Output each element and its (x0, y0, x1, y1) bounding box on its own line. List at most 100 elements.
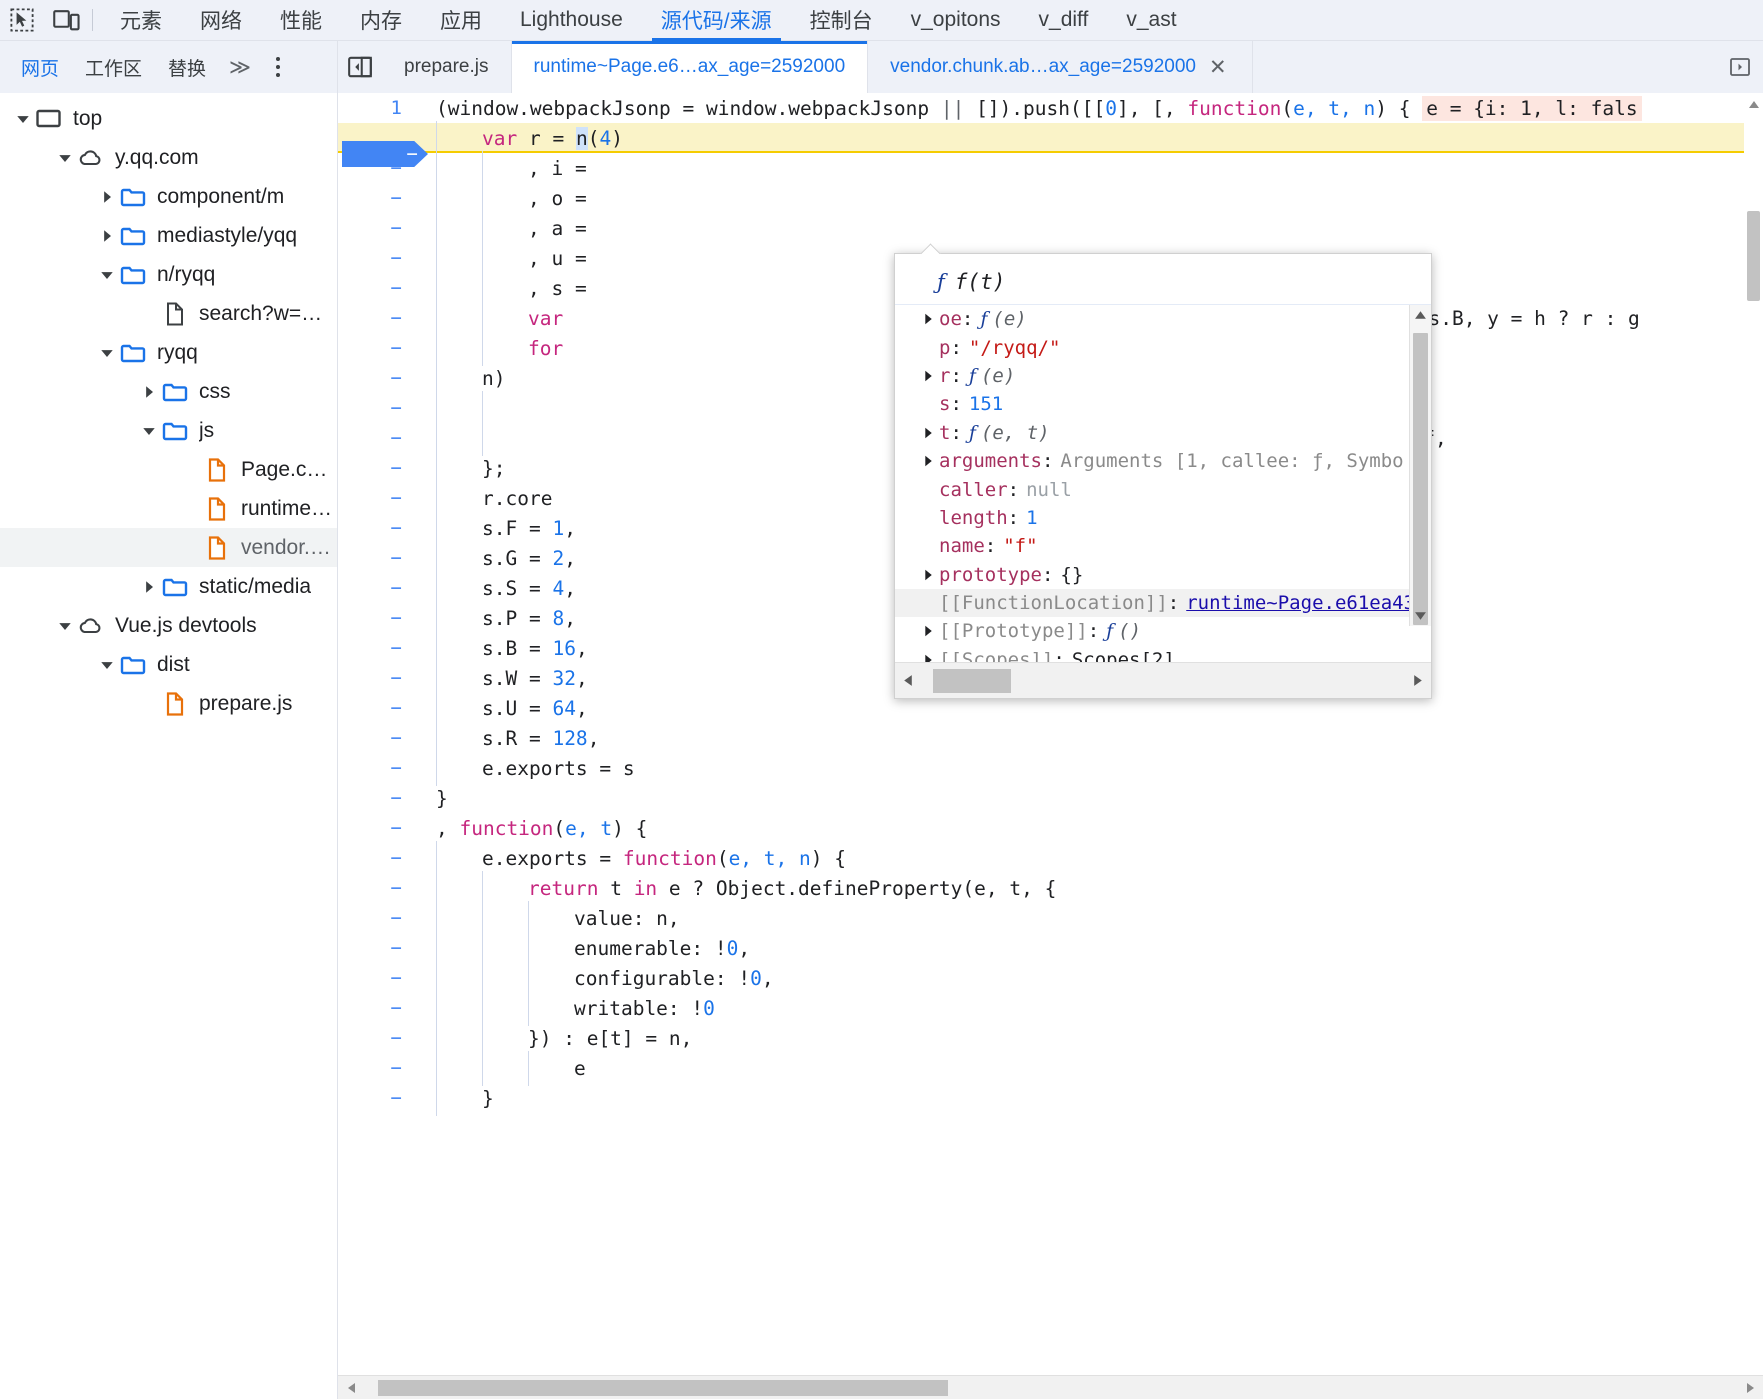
line-number[interactable]: − (338, 217, 416, 239)
line-number[interactable]: − (338, 907, 416, 929)
tree-item[interactable]: runtime~Pag… (0, 489, 337, 528)
line-number[interactable]: − (338, 727, 416, 749)
code-line[interactable]: −e (338, 1053, 1763, 1083)
editor-scroll-right-icon[interactable] (1737, 1382, 1763, 1394)
editor-scroll-left-icon[interactable] (338, 1382, 364, 1394)
property-row[interactable]: t:ƒ(e, t) (895, 419, 1409, 447)
line-number[interactable]: − (338, 277, 416, 299)
code-line[interactable]: −return t in e ? Object.defineProperty(e… (338, 873, 1763, 903)
code-line[interactable]: −configurable: !0, (338, 963, 1763, 993)
tree-item[interactable]: prepare.js (0, 684, 337, 723)
panel-tab-7[interactable]: 控制台 (791, 0, 892, 41)
panel-tab-10[interactable]: v_ast (1107, 0, 1195, 41)
chevron-right-icon[interactable] (138, 372, 160, 411)
property-row[interactable]: [[Scopes]]:Scopes[2] (895, 646, 1409, 662)
tree-item[interactable]: y.qq.com (0, 138, 337, 177)
code-line[interactable]: −writable: !0 (338, 993, 1763, 1023)
editor-scroll-up-icon[interactable] (1744, 93, 1763, 115)
navigator-tab-0[interactable]: 网页 (8, 41, 72, 93)
tree-item[interactable]: vendor.chunk… (0, 528, 337, 567)
line-number[interactable]: − (338, 787, 416, 809)
code-line[interactable]: −, a = (338, 213, 1763, 243)
file-navigator-tree[interactable]: topy.qq.comcomponent/mmediastyle/yqqn/ry… (0, 93, 338, 1399)
tree-item[interactable]: dist (0, 645, 337, 684)
popover-hscroll-thumb[interactable] (933, 669, 1011, 693)
property-row[interactable]: name:"f" (895, 532, 1409, 560)
chevron-right-icon[interactable] (917, 369, 939, 383)
panel-tab-2[interactable]: 性能 (261, 0, 341, 41)
line-number[interactable]: − (338, 157, 416, 179)
tree-item[interactable]: ryqq (0, 333, 337, 372)
panel-tab-8[interactable]: v_opitons (892, 0, 1020, 41)
editor-horizontal-scrollbar[interactable] (338, 1375, 1763, 1399)
popover-vertical-scrollbar[interactable] (1409, 305, 1431, 626)
chevron-right-icon[interactable] (917, 653, 939, 662)
panel-tab-0[interactable]: 元素 (101, 0, 181, 41)
collapse-sidebar-icon[interactable] (338, 41, 382, 93)
code-line[interactable]: −, i = (338, 153, 1763, 183)
chevron-right-icon[interactable] (917, 624, 939, 638)
panel-tab-9[interactable]: v_diff (1020, 0, 1108, 41)
chevron-right-icon[interactable] (917, 426, 939, 440)
line-number[interactable]: − (338, 667, 416, 689)
panel-tab-1[interactable]: 网络 (181, 0, 261, 41)
chevron-right-icon[interactable] (96, 216, 118, 255)
code-line[interactable]: −, function(e, t) { (338, 813, 1763, 843)
code-line[interactable]: −, o = (338, 183, 1763, 213)
line-number[interactable]: − (338, 187, 416, 209)
property-row[interactable]: p:"/ryqq/" (895, 333, 1409, 361)
editor-tab-1[interactable]: runtime~Page.e6…ax_age=2592000 (512, 41, 869, 93)
editor-hscroll-track[interactable] (364, 1376, 1737, 1399)
property-row[interactable]: oe:ƒ(e) (895, 305, 1409, 333)
line-number[interactable]: − (338, 997, 416, 1019)
chevron-right-icon[interactable] (96, 177, 118, 216)
code-line[interactable]: −e.exports = s (338, 753, 1763, 783)
line-number[interactable]: − (338, 577, 416, 599)
tree-item[interactable]: Page.chunk.0… (0, 450, 337, 489)
tree-item[interactable]: css (0, 372, 337, 411)
navigator-options-kebab-icon[interactable] (261, 41, 295, 93)
chevron-down-icon[interactable] (96, 645, 118, 684)
scroll-left-arrow-icon[interactable] (895, 674, 921, 687)
editor-tab-2[interactable]: vendor.chunk.ab…ax_age=2592000✕ (868, 41, 1252, 93)
line-number[interactable]: − (338, 877, 416, 899)
property-row[interactable]: s:151 (895, 390, 1409, 418)
code-line[interactable]: −value: n, (338, 903, 1763, 933)
tree-item[interactable]: mediastyle/yqq (0, 216, 337, 255)
tree-item[interactable]: js (0, 411, 337, 450)
scroll-right-arrow-icon[interactable] (1405, 674, 1431, 687)
close-icon[interactable]: ✕ (1206, 55, 1230, 80)
navigator-tab-1[interactable]: 工作区 (72, 41, 155, 93)
panel-tab-3[interactable]: 内存 (341, 0, 421, 41)
tree-item[interactable]: top (0, 99, 337, 138)
code-line[interactable]: −var r = n(4) (338, 123, 1763, 153)
panel-tab-6[interactable]: 源代码/来源 (642, 0, 791, 41)
line-number[interactable]: − (338, 757, 416, 779)
chevron-right-icon[interactable] (917, 568, 939, 582)
chevron-down-icon[interactable] (96, 333, 118, 372)
code-line[interactable]: −} (338, 783, 1763, 813)
property-row[interactable]: arguments:Arguments [1, callee: ƒ, Symbo (895, 447, 1409, 475)
chevron-right-icon[interactable] (138, 567, 160, 606)
property-row[interactable]: r:ƒ(e) (895, 362, 1409, 390)
device-toolbar-icon[interactable] (44, 0, 88, 41)
line-number[interactable]: − (338, 817, 416, 839)
line-number[interactable]: − (338, 247, 416, 269)
navigator-more-tabs[interactable]: ≫ (219, 41, 261, 93)
line-number[interactable]: − (338, 337, 416, 359)
code-line[interactable]: 1(window.webpackJsonp = window.webpackJs… (338, 93, 1763, 123)
scroll-down-arrow-icon[interactable] (1410, 606, 1431, 626)
code-line[interactable]: −e.exports = function(e, t, n) { (338, 843, 1763, 873)
line-number[interactable]: − (338, 607, 416, 629)
line-number[interactable]: − (338, 397, 416, 419)
code-line[interactable]: −enumerable: !0, (338, 933, 1763, 963)
line-number[interactable]: − (338, 637, 416, 659)
panel-tab-4[interactable]: 应用 (421, 0, 501, 41)
line-number[interactable]: − (338, 937, 416, 959)
line-number[interactable]: − (338, 307, 416, 329)
tree-item[interactable]: Vue.js devtools (0, 606, 337, 645)
source-code-editor[interactable]: 1(window.webpackJsonp = window.webpackJs… (338, 93, 1763, 1399)
code-line[interactable]: −s.R = 128, (338, 723, 1763, 753)
panel-tab-5[interactable]: Lighthouse (501, 0, 642, 41)
tree-item[interactable]: static/media (0, 567, 337, 606)
